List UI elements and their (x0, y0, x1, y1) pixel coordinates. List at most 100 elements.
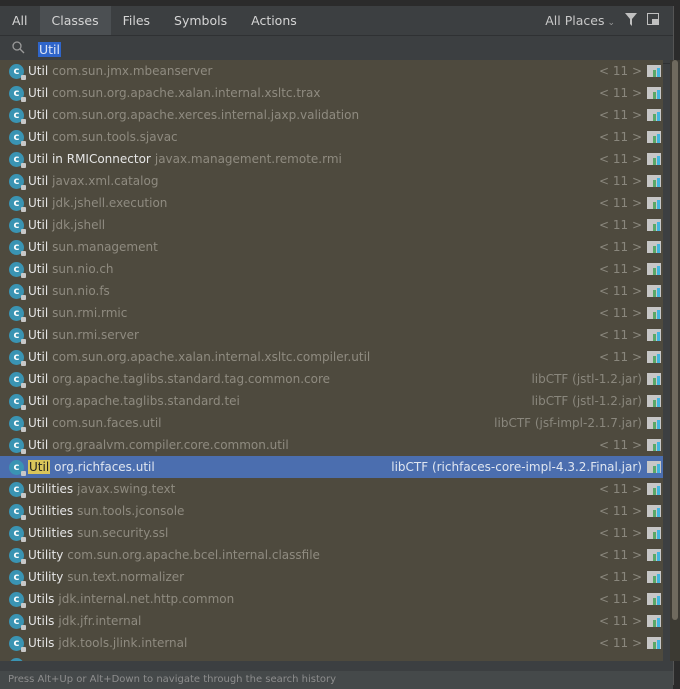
result-row[interactable]: c Util com.sun.tools.sjavac < 11 > (0, 126, 663, 148)
result-row[interactable]: c Util com.sun.org.apache.xalan.internal… (0, 82, 663, 104)
package-name: com.sun.org.apache.xalan.internal.xsltc.… (52, 86, 321, 100)
class-name: Util (28, 416, 49, 430)
library-icon (647, 351, 661, 363)
class-name: Util (28, 262, 49, 276)
library-icon (647, 505, 661, 517)
package-name: org.graalvm.compiler.core.common.util (52, 438, 289, 452)
location-label: < 11 > (598, 306, 642, 320)
filter-icon[interactable] (625, 12, 637, 29)
package-name: org.richfaces.util (54, 460, 155, 474)
tab-actions[interactable]: Actions (239, 6, 309, 35)
tab-all[interactable]: All (0, 6, 40, 35)
class-name: Utils (28, 592, 55, 606)
class-name: Utility (28, 570, 64, 584)
library-icon (647, 285, 661, 297)
location-label: < 11 > (598, 548, 642, 562)
class-icon: c (9, 569, 26, 586)
location-label: < 11 > (598, 614, 642, 628)
class-icon: c (9, 547, 26, 564)
location-label: < 11 > (598, 482, 642, 496)
result-row[interactable]: c Utility sun.text.normalizer < 11 > (0, 566, 663, 588)
result-row[interactable]: c Util sun.nio.ch < 11 > (0, 258, 663, 280)
class-icon (9, 657, 24, 661)
chevron-down-icon: ⌄ (607, 18, 615, 28)
result-row[interactable]: c Util com.sun.jmx.mbeanserver < 11 > (0, 60, 663, 82)
library-icon (647, 131, 661, 143)
class-icon: c (9, 591, 26, 608)
preview-toggle-icon[interactable] (647, 13, 659, 28)
class-icon: c (9, 217, 26, 234)
tab-classes[interactable]: Classes (39, 6, 111, 35)
result-row[interactable]: c Util sun.rmi.server < 11 > (0, 324, 663, 346)
tab-files[interactable]: Files (111, 6, 162, 35)
result-row[interactable]: c Util in RMIConnector javax.management.… (0, 148, 663, 170)
package-name: javax.swing.text (77, 482, 176, 496)
library-icon (647, 417, 661, 429)
library-icon (647, 87, 661, 99)
package-name: com.sun.tools.sjavac (52, 130, 178, 144)
class-icon: c (9, 85, 26, 102)
library-icon (647, 153, 661, 165)
class-name: Util (28, 328, 49, 342)
result-row[interactable]: c Utils jdk.tools.jlink.internal < 11 > (0, 632, 663, 654)
result-row[interactable]: c Utilities sun.security.ssl < 11 > (0, 522, 663, 544)
result-row[interactable]: c Util org.apache.taglibs.standard.tag.c… (0, 368, 663, 390)
location-label: < 11 > (598, 108, 642, 122)
package-name: jdk.tools.jlink.internal (58, 636, 188, 650)
library-icon (647, 175, 661, 187)
location-label: < 11 > (598, 262, 642, 276)
result-row[interactable]: c Utilities javax.swing.text < 11 > (0, 478, 663, 500)
library-icon (647, 241, 661, 253)
result-row[interactable]: c Util com.sun.faces.util libCTF (jsf-im… (0, 412, 663, 434)
scrollbar[interactable] (670, 60, 680, 661)
result-row[interactable]: c Utilities sun.tools.jconsole < 11 > (0, 500, 663, 522)
class-icon: c (9, 63, 26, 80)
result-row[interactable]: c Util sun.rmi.rmic < 11 > (0, 302, 663, 324)
result-row[interactable]: c Util jdk.jshell.execution < 11 > (0, 192, 663, 214)
result-row[interactable]: c Util org.apache.taglibs.standard.tei l… (0, 390, 663, 412)
class-icon: c (9, 349, 26, 366)
class-name: Util (28, 350, 49, 364)
class-name: Util (28, 108, 49, 122)
result-row[interactable]: c Util sun.management < 11 > (0, 236, 663, 258)
class-icon: c (9, 503, 26, 520)
package-name: jdk.jfr.internal (58, 614, 142, 628)
class-icon: c (9, 239, 26, 256)
result-row[interactable]: c Util sun.nio.fs < 11 > (0, 280, 663, 302)
result-row[interactable]: c Util jdk.jshell < 11 > (0, 214, 663, 236)
location-label: < 11 > (598, 592, 642, 606)
class-icon: c (9, 261, 26, 278)
result-row[interactable]: c Utils jdk.internal.net.http.common < 1… (0, 588, 663, 610)
result-row[interactable]: c Util org.richfaces.util libCTF (richfa… (0, 456, 663, 478)
class-name: Util (28, 372, 49, 386)
result-row[interactable]: c Util org.graalvm.compiler.core.common.… (0, 434, 663, 456)
location-label: < 11 > (598, 570, 642, 584)
class-name: Utils (28, 614, 55, 628)
class-icon: c (9, 107, 26, 124)
library-icon (647, 571, 661, 583)
package-name: com.sun.org.apache.bcel.internal.classfi… (67, 548, 320, 562)
location-label: < 11 > (598, 174, 642, 188)
class-icon: c (9, 613, 26, 630)
result-row-partial[interactable] (0, 654, 663, 661)
location-label: < 11 > (598, 284, 642, 298)
library-icon (647, 593, 661, 605)
package-name: sun.rmi.server (52, 328, 139, 342)
tab-symbols[interactable]: Symbols (162, 6, 239, 35)
result-row[interactable]: c Utility com.sun.org.apache.bcel.intern… (0, 544, 663, 566)
scope-dropdown[interactable]: All Places ⌄ (545, 13, 615, 28)
location-label: < 11 > (598, 130, 642, 144)
result-row[interactable]: c Util com.sun.org.apache.xalan.internal… (0, 346, 663, 368)
result-row[interactable]: c Utils jdk.jfr.internal < 11 > (0, 610, 663, 632)
package-name: sun.management (52, 240, 158, 254)
package-name: com.sun.faces.util (52, 416, 162, 430)
result-row[interactable]: c Util com.sun.org.apache.xerces.interna… (0, 104, 663, 126)
library-icon (647, 527, 661, 539)
library-icon (647, 373, 661, 385)
class-name: Util (28, 130, 49, 144)
search-input[interactable]: Util (38, 42, 61, 57)
result-row[interactable]: c Util javax.xml.catalog < 11 > (0, 170, 663, 192)
location-label: < 11 > (598, 218, 642, 232)
class-icon: c (9, 459, 26, 476)
scrollbar-thumb[interactable] (672, 60, 678, 620)
